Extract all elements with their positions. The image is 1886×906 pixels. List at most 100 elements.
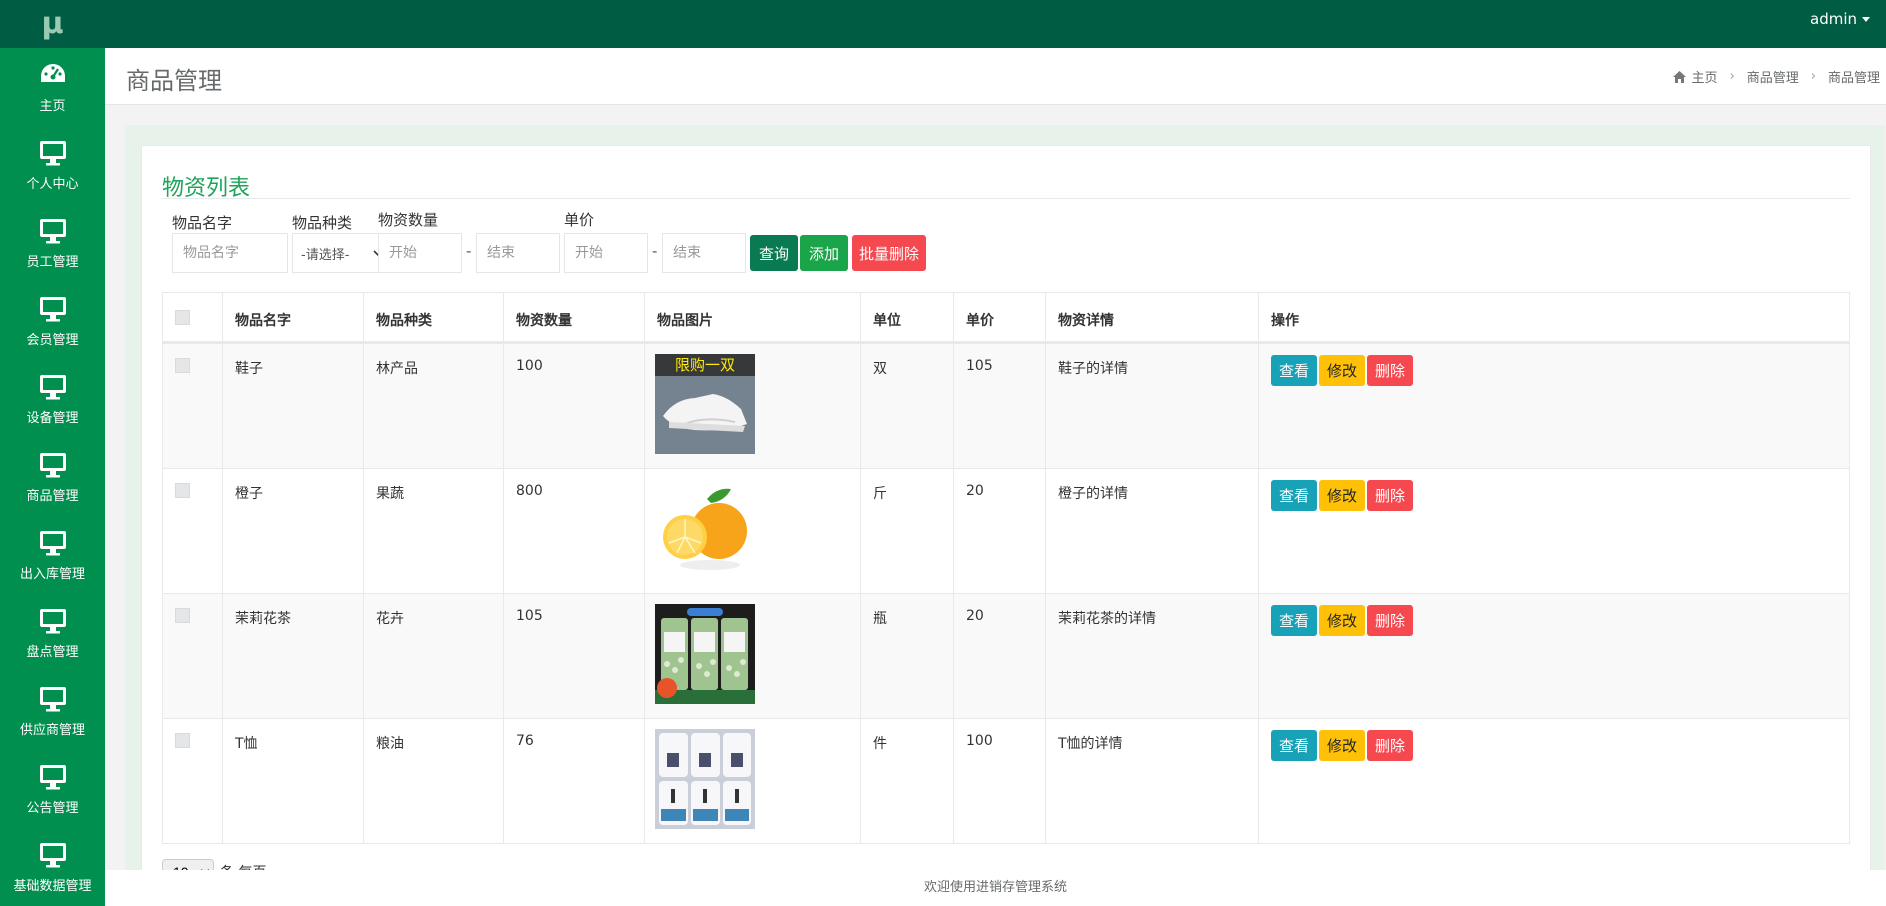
view-button[interactable]: 查看 [1271,355,1318,386]
sidebar-item-label: 会员管理 [26,333,79,348]
select-all-checkbox[interactable] [175,310,190,325]
cell-price: 20 [954,594,1046,718]
monitor-icon [38,372,68,402]
monitor-icon [38,138,68,168]
divider [162,198,1850,199]
home-icon [1672,70,1686,83]
batch-delete-button[interactable]: 批量删除 [852,235,926,271]
row-checkbox[interactable] [175,483,190,498]
sidebar-item-6[interactable]: 出入库管理 [0,516,105,594]
edit-button[interactable]: 修改 [1319,355,1366,386]
column-header: 物资详情 [1046,293,1259,341]
table-row: 茉莉花茶 花卉 105 瓶 20 茉莉花茶的详情 查看 修改 删除 [163,593,1849,718]
price-end-input[interactable] [662,233,746,273]
cell-qty: 800 [504,469,645,593]
svg-text:限购一双: 限购一双 [675,356,735,374]
cell-name: 茉莉花茶 [223,594,364,718]
view-button[interactable]: 查看 [1271,730,1318,761]
username[interactable]: admin [1810,10,1857,28]
sidebar-item-10[interactable]: 基础数据管理 [0,828,105,906]
row-checkbox[interactable] [175,733,190,748]
row-select-cell [163,719,223,843]
table-header: 物品名字 物品种类 物资数量 物品图片 单位 单价 物资详情 操作 [163,293,1849,343]
sidebar-item-label: 供应商管理 [19,723,85,738]
sidebar-item-4[interactable]: 设备管理 [0,360,105,438]
user-menu[interactable]: admin [1810,10,1870,28]
table-row: 橙子 果蔬 800 斤 20 橙子的详情 查看 修改 删除 [163,468,1849,593]
delete-button[interactable]: 删除 [1367,480,1414,511]
sidebar-item-7[interactable]: 盘点管理 [0,594,105,672]
qty-filter-label: 物资数量 [378,211,439,229]
cell-name: 橙子 [223,469,364,593]
delete-button[interactable]: 删除 [1367,730,1414,761]
table-row: T恤 粮油 76 件 100 T恤的详情 查看 修改 删除 [163,718,1849,843]
cell-detail: 茉莉花茶的详情 [1046,594,1259,718]
column-header: 物品种类 [364,293,504,341]
sidebar-item-label: 设备管理 [26,411,79,426]
image-cell [645,469,861,593]
cell-unit: 件 [861,719,954,843]
sidebar-item-label: 主页 [39,99,66,114]
type-select[interactable]: -请选择- [292,233,392,273]
cell-price: 100 [954,719,1046,843]
list-card: 物资列表 物品名字 物品种类 -请选择- 物资数量 - 单价 - 查询 添加 批… [141,145,1871,905]
sneaker-image[interactable]: 限购一双 [655,354,850,454]
page-title: 商品管理 [126,67,222,95]
row-actions: 查看 修改 删除 [1271,480,1549,511]
type-select-value: -请选择- [301,247,350,263]
delete-button[interactable]: 删除 [1367,355,1414,386]
delete-button[interactable]: 删除 [1367,605,1414,636]
sidebar-item-label: 商品管理 [26,489,79,504]
row-actions: 查看 修改 删除 [1271,730,1549,761]
sidebar-item-0[interactable]: 主页 [0,48,105,126]
view-button[interactable]: 查看 [1271,480,1318,511]
cell-type: 林产品 [364,344,504,468]
table-row: 鞋子 林产品 100 限购一双 双 105 鞋子的详情 查看 修改 删除 [163,343,1849,468]
tshirt-pack-image[interactable] [655,729,850,829]
monitor-icon [38,840,68,870]
edit-button[interactable]: 修改 [1319,605,1366,636]
sidebar-item-3[interactable]: 会员管理 [0,282,105,360]
sidebar-item-label: 盘点管理 [26,645,79,660]
cell-type: 果蔬 [364,469,504,593]
sidebar-item-9[interactable]: 公告管理 [0,750,105,828]
query-button[interactable]: 查询 [750,235,798,271]
breadcrumb-home[interactable]: 主页 [1692,67,1718,86]
edit-button[interactable]: 修改 [1319,480,1366,511]
name-input[interactable] [172,233,288,273]
tea-jar-image[interactable] [655,604,850,704]
cell-unit: 双 [861,344,954,468]
row-actions: 查看 修改 删除 [1271,605,1549,636]
sidebar-item-label: 出入库管理 [19,567,85,582]
price-start-input[interactable] [564,233,648,273]
monitor-icon [38,606,68,636]
cell-qty: 100 [504,344,645,468]
select-all-cell [163,293,223,341]
sidebar-item-2[interactable]: 员工管理 [0,204,105,282]
qty-end-input[interactable] [476,233,560,273]
qty-start-input[interactable] [378,233,462,273]
sidebar-item-1[interactable]: 个人中心 [0,126,105,204]
sidebar: μ 主页 个人中心 员工管理 会员管理 设备管理 商品管理 出入库管理 盘点管理 供应商管理 公告… [0,0,105,906]
monitor-icon [38,762,68,792]
breadcrumb-module[interactable]: 商品管理 [1747,67,1799,86]
sidebar-item-5[interactable]: 商品管理 [0,438,105,516]
edit-button[interactable]: 修改 [1319,730,1366,761]
monitor-icon [38,216,68,246]
cell-name: T恤 [223,719,364,843]
column-header: 单价 [954,293,1046,341]
view-button[interactable]: 查看 [1271,605,1318,636]
row-checkbox[interactable] [175,358,190,373]
row-checkbox[interactable] [175,608,190,623]
footer: 欢迎使用进销存管理系统 [105,870,1886,906]
actions-cell: 查看 修改 删除 [1259,594,1561,718]
orange-image[interactable] [655,479,850,579]
add-button[interactable]: 添加 [800,235,848,271]
image-cell [645,719,861,843]
type-filter-label: 物品种类 [292,214,353,232]
actions-cell: 查看 修改 删除 [1259,344,1561,468]
sidebar-item-8[interactable]: 供应商管理 [0,672,105,750]
column-header: 物品图片 [645,293,861,341]
caret-down-icon [1862,16,1870,22]
breadcrumb-separator: › [1729,69,1735,84]
